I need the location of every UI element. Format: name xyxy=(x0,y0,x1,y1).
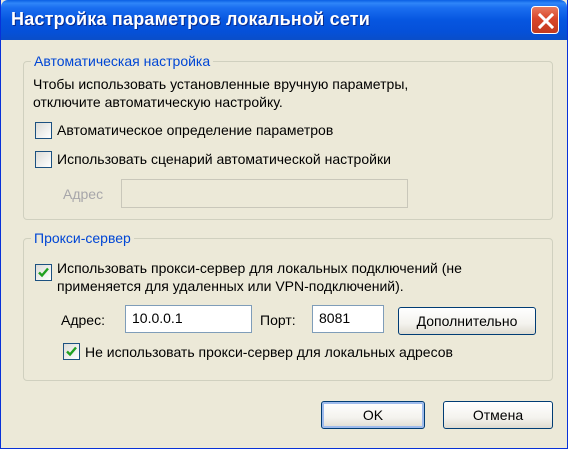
use-script-checkbox[interactable] xyxy=(35,151,52,168)
title-bar[interactable]: Настройка параметров локальной сети xyxy=(1,0,567,40)
use-script-label[interactable]: Использовать сценарий автоматической нас… xyxy=(57,150,391,168)
auto-config-description-line1: Чтобы использовать установленные вручную… xyxy=(33,76,409,92)
use-proxy-label-line2[interactable]: применяется для удаленных или VPN-подклю… xyxy=(57,277,404,295)
proxy-port-label: Порт: xyxy=(260,312,296,328)
checkmark-icon xyxy=(66,346,77,357)
proxy-address-label: Адрес: xyxy=(61,312,105,328)
auto-detect-label[interactable]: Автоматическое определение параметров xyxy=(57,121,333,139)
close-button[interactable] xyxy=(531,6,559,34)
cancel-button[interactable]: Отмена xyxy=(443,401,553,429)
script-address-input[interactable] xyxy=(121,179,408,208)
close-icon xyxy=(538,13,554,29)
script-address-label: Адрес xyxy=(63,186,104,202)
proxy-port-input[interactable]: 8081 xyxy=(312,305,384,333)
window-title: Настройка параметров локальной сети xyxy=(11,9,371,29)
auto-config-description-line2: отключите автоматическую настройку. xyxy=(33,94,283,110)
advanced-button[interactable]: Дополнительно xyxy=(398,307,536,335)
lan-settings-dialog: Настройка параметров локальной сети Авто… xyxy=(0,0,568,449)
auto-config-legend: Автоматическая настройка xyxy=(31,53,214,69)
ok-button[interactable]: OK xyxy=(321,401,425,429)
bypass-local-checkbox[interactable] xyxy=(63,343,80,360)
checkmark-icon xyxy=(38,267,49,278)
bypass-local-label[interactable]: Не использовать прокси-сервер для локаль… xyxy=(85,343,453,361)
proxy-legend: Прокси-сервер xyxy=(31,230,134,246)
use-proxy-checkbox[interactable] xyxy=(35,264,52,281)
proxy-address-input[interactable]: 10.0.0.1 xyxy=(125,305,252,333)
use-proxy-label-line1[interactable]: Использовать прокси-сервер для локальных… xyxy=(57,259,462,277)
auto-detect-checkbox[interactable] xyxy=(35,122,52,139)
